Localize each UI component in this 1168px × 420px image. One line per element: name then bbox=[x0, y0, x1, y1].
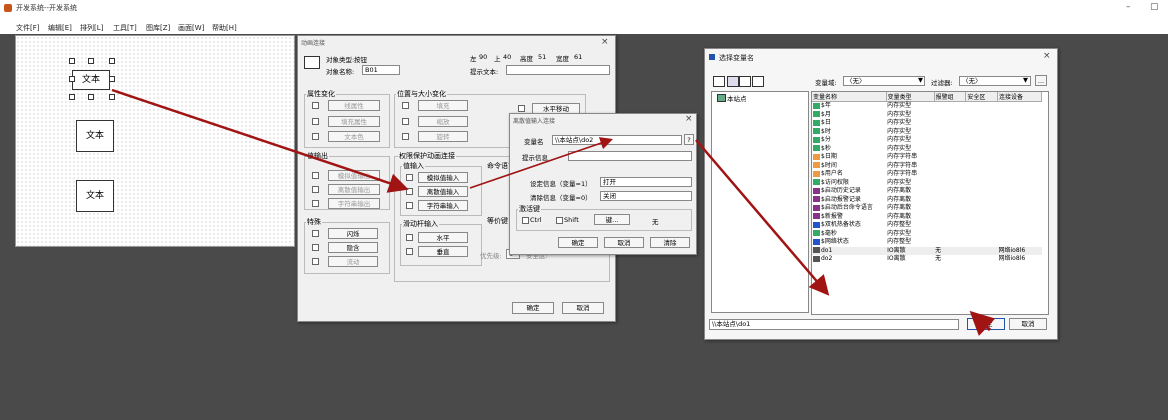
arrow-to-ok bbox=[969, 310, 996, 337]
arrow-input-to-dialog bbox=[469, 137, 614, 189]
arrow-dialog-to-var bbox=[695, 139, 830, 296]
arrow-canvas-to-input bbox=[111, 88, 409, 193]
annotation-arrows bbox=[111, 88, 996, 337]
